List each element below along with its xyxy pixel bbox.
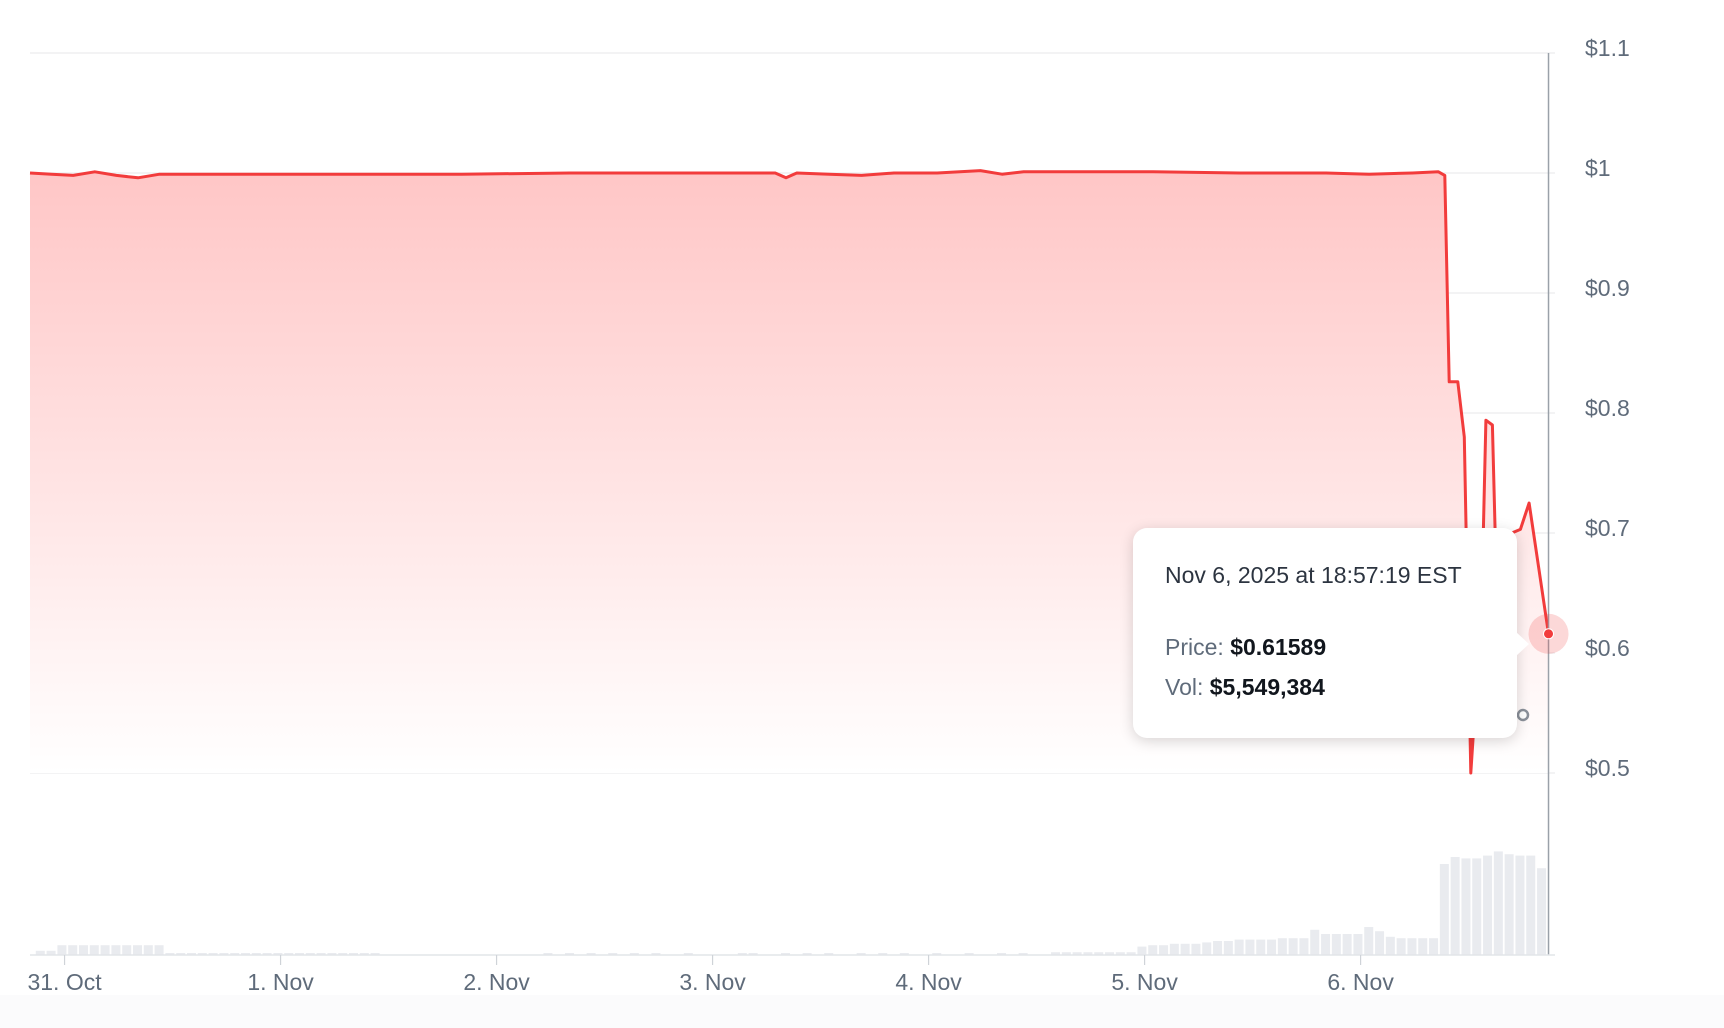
volume-bar [1159, 945, 1169, 955]
hover-point[interactable] [1543, 628, 1555, 640]
volume-bar [1299, 938, 1309, 955]
volume-bar [1504, 854, 1514, 955]
x-tick-label: 1. Nov [247, 969, 314, 995]
tooltip-pointer [1516, 632, 1529, 656]
navigator-handle-icon[interactable] [1516, 708, 1530, 722]
volume-bar [1450, 857, 1460, 955]
volume-bar [1288, 938, 1298, 955]
tooltip-price-value: $0.61589 [1230, 634, 1327, 660]
x-tick-label: 6. Nov [1327, 969, 1394, 995]
tooltip-date: Nov 6, 2025 at 18:57:19 EST [1165, 562, 1462, 588]
volume-bar [1385, 936, 1395, 955]
y-tick-label: $0.9 [1585, 275, 1630, 301]
tooltip-vol-label: Vol: [1165, 674, 1204, 700]
volume-bar [1245, 939, 1255, 955]
volume-bar [1342, 934, 1352, 955]
volume-bar [1537, 868, 1547, 955]
volume-bar [1213, 941, 1223, 955]
volume-bar [1396, 938, 1406, 955]
x-tick-label: 3. Nov [679, 969, 746, 995]
x-tick-label: 5. Nov [1111, 969, 1178, 995]
volume-bar [1407, 938, 1417, 955]
volume-bar [1148, 945, 1158, 955]
volume-bar [1169, 943, 1179, 955]
volume-bar [1191, 943, 1201, 955]
volume-bar [154, 945, 164, 955]
x-axis: 31. Oct 1. Nov 2. Nov 3. Nov 4. Nov 5. Nov 6. … [27, 955, 1394, 995]
y-tick-label: $0.6 [1585, 635, 1630, 661]
volume-bar [1526, 855, 1536, 955]
volume-bar [1472, 858, 1482, 955]
volume-bar [1267, 939, 1277, 955]
volume-bar [100, 945, 110, 955]
y-tick-label: $0.7 [1585, 515, 1630, 541]
volume-bar [89, 945, 99, 955]
volume-bar [1180, 943, 1190, 955]
y-tick-label: $1 [1585, 155, 1611, 181]
volume-bar [1277, 938, 1287, 955]
x-tick-label: 2. Nov [463, 969, 530, 995]
volume-bar [133, 945, 143, 955]
volume-bar [1353, 934, 1363, 955]
volume-bar [1515, 855, 1525, 955]
price-chart[interactable]: $1.1 $1 $0.9 $0.8 $0.7 $0.6 $0.5 31. Oct 1. Nov… [0, 0, 1724, 1028]
tooltip-price-label: Price: [1165, 634, 1224, 660]
y-tick-label: $0.5 [1585, 755, 1630, 781]
volume-bar [1483, 855, 1493, 955]
volume-bars [35, 851, 1547, 955]
tooltip-vol-value: $5,549,384 [1209, 674, 1325, 700]
volume-bar [1310, 929, 1320, 955]
volume-bar [1461, 858, 1471, 955]
y-tick-label: $0.8 [1585, 395, 1630, 421]
navigator-strip [0, 995, 1724, 1028]
volume-bar [1137, 946, 1147, 955]
volume-bar [1364, 927, 1374, 955]
volume-bar [143, 945, 153, 955]
volume-bar [68, 945, 78, 955]
y-tick-label: $1.1 [1585, 35, 1630, 61]
tooltip-volume: Vol: $5,549,384 [1165, 674, 1325, 701]
volume-bar [1223, 941, 1233, 955]
volume-bar [1493, 851, 1503, 955]
volume-bar [57, 945, 67, 955]
volume-bar [1202, 942, 1212, 955]
volume-bar [1234, 939, 1244, 955]
volume-bar [1439, 864, 1449, 955]
tooltip-price: Price: $0.61589 [1165, 634, 1326, 661]
volume-bar [1429, 938, 1439, 955]
volume-bar [1331, 934, 1341, 955]
x-tick-label: 31. Oct [27, 969, 102, 995]
y-axis: $1.1 $1 $0.9 $0.8 $0.7 $0.6 $0.5 [1585, 35, 1630, 781]
volume-bar [1418, 938, 1428, 955]
volume-bar [122, 945, 132, 955]
volume-bar [79, 945, 89, 955]
volume-bar [1375, 931, 1385, 955]
x-tick-label: 4. Nov [895, 969, 962, 995]
volume-bar [111, 945, 121, 955]
volume-bar [1321, 934, 1331, 955]
volume-bar [1256, 939, 1266, 955]
chart-tooltip: Nov 6, 2025 at 18:57:19 EST Price: $0.61… [1133, 528, 1529, 738]
